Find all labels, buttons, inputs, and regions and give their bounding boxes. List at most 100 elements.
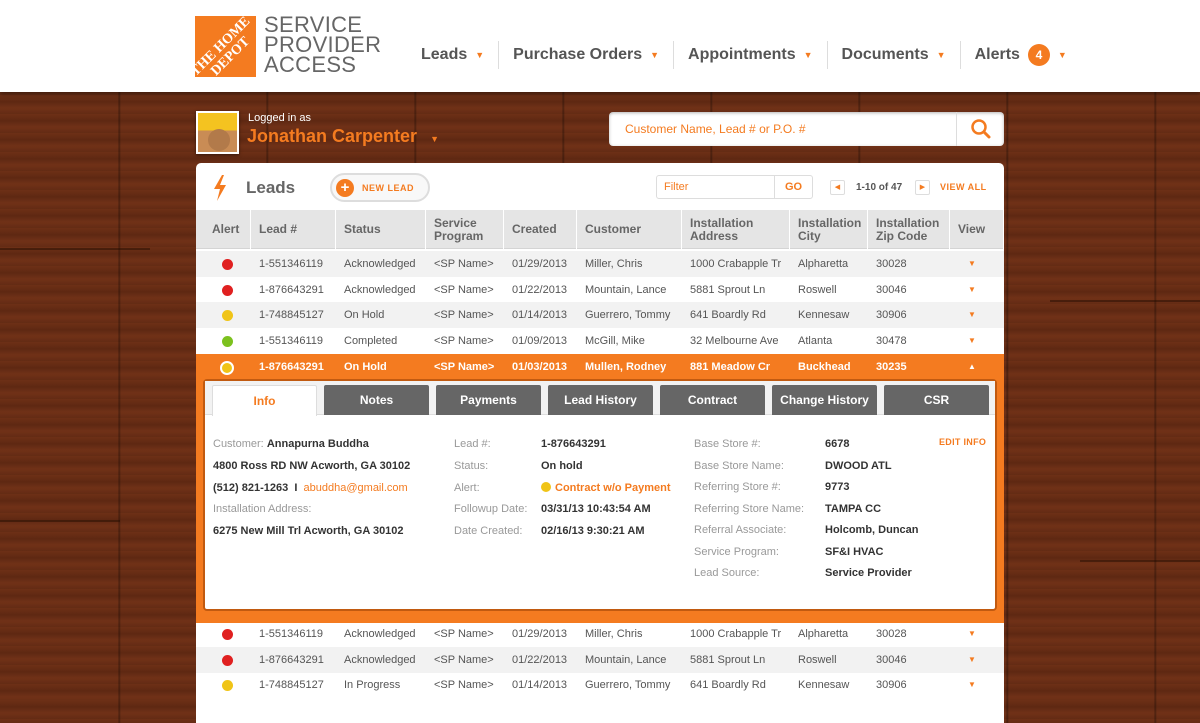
nav-leads-label: Leads <box>421 46 468 63</box>
cell-created: 01/03/2013 <box>512 360 568 373</box>
next-page-button[interactable]: ▶ <box>915 180 930 195</box>
alert-status-dot <box>222 336 233 348</box>
cell-program: <SP Name> <box>434 335 494 348</box>
expand-row-icon[interactable]: ▼ <box>968 621 976 647</box>
table-header: Alert Lead # Status Service Program Crea… <box>196 210 1004 249</box>
cell-address: 1000 Crabapple Tr <box>690 628 782 640</box>
date-created-value: 02/16/13 9:30:21 AM <box>541 525 645 537</box>
table-row[interactable]: 1-748845127 In Progress <SP Name> 01/14/201… <box>196 672 1004 698</box>
view-all-link[interactable]: VIEW ALL <box>940 182 987 192</box>
alert-status-dot <box>222 310 233 322</box>
nav-leads[interactable]: Leads ▼ <box>407 41 500 69</box>
alert-status-dot <box>220 360 234 375</box>
filter-input[interactable] <box>657 176 775 198</box>
arrow-right-icon: ▶ <box>919 184 926 191</box>
nav-alerts[interactable]: Alerts 4 ▼ <box>961 41 1081 69</box>
table-row[interactable]: 1-876643291 Acknowledged <SP Name> 01/22/20… <box>196 277 1004 303</box>
filter-go-button[interactable]: GO <box>774 176 812 198</box>
cell-city: Roswell <box>798 283 837 296</box>
nav-alerts-label: Alerts <box>974 46 1020 63</box>
cell-created: 01/14/2013 <box>512 679 568 692</box>
alert-value: Contract w/o Payment <box>541 482 671 494</box>
tab-csr[interactable]: CSR <box>884 385 989 415</box>
cell-customer: McGill, Mike <box>585 335 645 348</box>
nav-documents[interactable]: Documents ▼ <box>828 41 961 69</box>
col-installation-address-label: Installation Address <box>690 215 754 243</box>
table-row[interactable]: 1-551346119 Acknowledged <SP Name> 01/29/20… <box>196 251 1004 277</box>
new-lead-button[interactable]: + NEW LEAD <box>330 173 430 202</box>
edit-info-link[interactable]: EDIT INFO <box>939 437 986 447</box>
contact-separator: I <box>294 482 298 494</box>
avatar-face <box>208 129 230 151</box>
detail-field-value: SF&I HVAC <box>825 545 884 558</box>
tab-lead-history[interactable]: Lead History <box>548 385 653 415</box>
lead-detail-expanded: Info Notes Payments Lead History Contrac… <box>196 379 1004 623</box>
collapse-row-icon[interactable]: ▲ <box>968 354 976 380</box>
cell-lead: 1-876643291 <box>259 283 324 296</box>
detail-field-label: Base Store #: <box>694 438 761 450</box>
expand-row-icon[interactable]: ▼ <box>968 647 976 673</box>
table-row[interactable]: 1-551346119 Completed <SP Name> 01/09/2013 M… <box>196 328 1004 354</box>
search-button[interactable] <box>956 112 1004 146</box>
chevron-down-icon: ▼ <box>430 134 439 144</box>
home-depot-logo[interactable]: THE HOME DEPOT <box>195 16 256 77</box>
search-input[interactable] <box>609 112 954 146</box>
alert-status-dot <box>222 629 233 640</box>
expand-row-icon[interactable]: ▼ <box>968 672 976 698</box>
tab-notes[interactable]: Notes <box>324 385 429 415</box>
prev-page-button[interactable]: ◀ <box>830 180 845 195</box>
cell-customer: Guerrero, Tommy <box>585 309 671 322</box>
col-created[interactable]: Created <box>504 210 577 249</box>
alert-status-dot <box>222 654 233 666</box>
customer-email-link[interactable]: abuddha@gmail.com <box>304 482 408 494</box>
chevron-down-icon: ▼ <box>936 50 946 60</box>
cell-customer: Guerrero, Tommy <box>585 679 671 692</box>
cell-status: On Hold <box>344 309 385 322</box>
nav-purchase-orders[interactable]: Purchase Orders ▼ <box>499 41 675 69</box>
col-lead[interactable]: Lead # <box>251 210 336 249</box>
cell-address: 641 Boardly Rd <box>690 679 766 692</box>
cell-zip: 30478 <box>876 335 907 348</box>
expand-row-icon[interactable]: ▼ <box>968 277 976 303</box>
alert-dot <box>541 482 551 492</box>
tab-info[interactable]: Info <box>212 385 317 416</box>
col-installation-city[interactable]: Installation City <box>790 210 868 249</box>
cell-customer: Mountain, Lance <box>585 283 667 296</box>
col-customer[interactable]: Customer <box>577 210 682 249</box>
alerts-count-badge: 4 <box>1027 44 1050 66</box>
expand-row-icon[interactable]: ▼ <box>968 302 976 328</box>
table-row[interactable]: 1-551346119 Acknowledged <SP Name> 01/29/20… <box>196 621 1004 647</box>
table-row-selected[interactable]: 1-876643291 On Hold <SP Name> 01/03/2013 Mul… <box>196 353 1004 380</box>
col-installation-zip[interactable]: Installation Zip Code <box>868 210 950 249</box>
col-status[interactable]: Status <box>336 210 426 249</box>
cell-customer: Mullen, Rodney <box>585 360 667 373</box>
col-alert[interactable]: Alert <box>196 210 251 249</box>
installation-address-label: Installation Address: <box>213 503 312 515</box>
col-service-program[interactable]: Service Program <box>426 210 504 249</box>
table-row[interactable]: 1-748845127 On Hold <SP Name> 01/14/2013 Gue… <box>196 302 1004 329</box>
col-installation-address[interactable]: Installation Address <box>682 210 790 249</box>
cell-lead: 1-551346119 <box>259 258 324 270</box>
col-view[interactable]: View <box>950 210 1004 249</box>
tab-contract[interactable]: Contract <box>660 385 765 415</box>
logged-in-label: Logged in as <box>248 112 311 124</box>
followup-label: Followup Date: <box>454 503 528 515</box>
user-menu[interactable]: Jonathan Carpenter ▼ <box>247 126 439 147</box>
customer-phone: (512) 821-1263 <box>213 482 289 494</box>
table-row[interactable]: 1-876643291 Acknowledged <SP Name> 01/22/20… <box>196 646 1004 673</box>
cell-city: Kennesaw <box>798 309 850 322</box>
lead-detail-card: Info Notes Payments Lead History Contrac… <box>203 379 997 611</box>
cell-city: Alpharetta <box>798 628 849 640</box>
expand-row-icon[interactable]: ▼ <box>968 328 976 354</box>
tab-payments[interactable]: Payments <box>436 385 541 415</box>
cell-customer: Mountain, Lance <box>585 653 667 666</box>
avatar[interactable] <box>196 111 239 154</box>
detail-field-label: Referring Store Name: <box>694 502 805 515</box>
search-icon <box>971 119 991 139</box>
expand-row-icon[interactable]: ▼ <box>968 251 976 277</box>
tab-change-history[interactable]: Change History <box>772 385 877 415</box>
nav-purchase-orders-label: Purchase Orders <box>513 46 643 63</box>
cell-status: Acknowledged <box>344 628 416 640</box>
cell-created: 01/22/2013 <box>512 283 568 296</box>
nav-appointments[interactable]: Appointments ▼ <box>674 41 828 69</box>
